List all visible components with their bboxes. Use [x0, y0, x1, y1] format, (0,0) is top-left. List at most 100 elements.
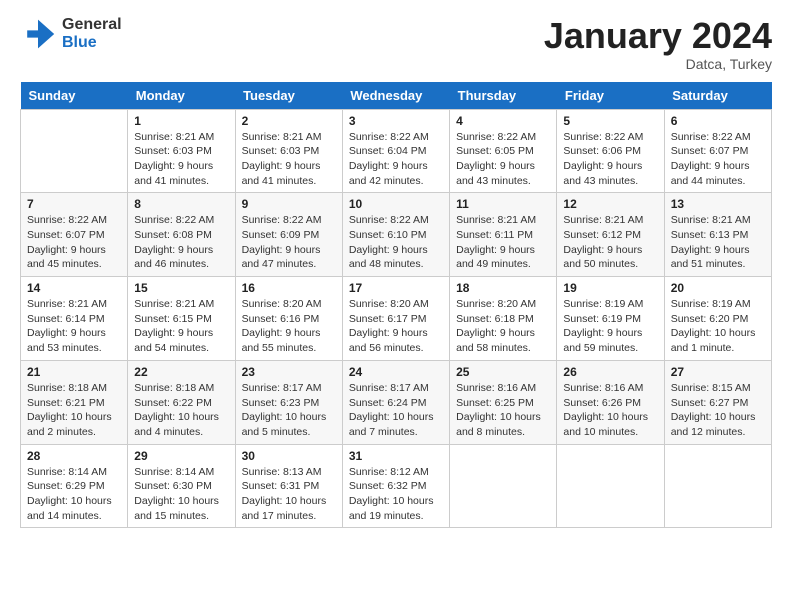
cell-info: Sunrise: 8:14 AMSunset: 6:29 PMDaylight:… [27, 465, 121, 524]
cell-day-number: 14 [27, 281, 121, 295]
week-row-3: 21 Sunrise: 8:18 AMSunset: 6:21 PMDayligh… [21, 360, 772, 444]
logo: General Blue [20, 16, 122, 52]
calendar-cell: 18 Sunrise: 8:20 AMSunset: 6:18 PMDayligh… [450, 277, 557, 361]
cell-day-number: 4 [456, 114, 550, 128]
week-row-2: 14 Sunrise: 8:21 AMSunset: 6:14 PMDayligh… [21, 277, 772, 361]
cell-info: Sunrise: 8:21 AMSunset: 6:12 PMDaylight:… [563, 213, 657, 272]
location: Datca, Turkey [544, 56, 772, 72]
header-day-monday: Monday [128, 82, 235, 110]
cell-day-number: 3 [349, 114, 443, 128]
cell-info: Sunrise: 8:17 AMSunset: 6:23 PMDaylight:… [242, 381, 336, 440]
calendar-cell: 26Sunrise: 8:16 AMSunset: 6:26 PMDayligh… [557, 360, 664, 444]
calendar-cell: 13 Sunrise: 8:21 AMSunset: 6:13 PMDayligh… [664, 193, 771, 277]
cell-day-number: 18 [456, 281, 550, 295]
cell-day-number: 2 [242, 114, 336, 128]
calendar-cell: 12 Sunrise: 8:21 AMSunset: 6:12 PMDayligh… [557, 193, 664, 277]
cell-day-number: 26 [563, 365, 657, 379]
cell-info: Sunrise: 8:20 AMSunset: 6:17 PMDaylight:… [349, 297, 443, 356]
cell-info: Sunrise: 8:14 AMSunset: 6:30 PMDaylight:… [134, 465, 228, 524]
cell-day-number: 11 [456, 197, 550, 211]
calendar-cell: 29 Sunrise: 8:14 AMSunset: 6:30 PMDayligh… [128, 444, 235, 528]
cell-info: Sunrise: 8:13 AMSunset: 6:31 PMDaylight:… [242, 465, 336, 524]
cell-info: Sunrise: 8:22 AMSunset: 6:07 PMDaylight:… [671, 130, 765, 189]
header-day-thursday: Thursday [450, 82, 557, 110]
cell-info: Sunrise: 8:22 AMSunset: 6:08 PMDaylight:… [134, 213, 228, 272]
calendar-cell: 16 Sunrise: 8:20 AMSunset: 6:16 PMDayligh… [235, 277, 342, 361]
calendar-cell: 10Sunrise: 8:22 AMSunset: 6:10 PMDayligh… [342, 193, 449, 277]
calendar-cell: 24 Sunrise: 8:17 AMSunset: 6:24 PMDayligh… [342, 360, 449, 444]
cell-info: Sunrise: 8:20 AMSunset: 6:16 PMDaylight:… [242, 297, 336, 356]
cell-day-number: 25 [456, 365, 550, 379]
header-day-friday: Friday [557, 82, 664, 110]
cell-info: Sunrise: 8:21 AMSunset: 6:14 PMDaylight:… [27, 297, 121, 356]
cell-day-number: 29 [134, 449, 228, 463]
calendar-cell: 5 Sunrise: 8:22 AMSunset: 6:06 PMDaylight… [557, 109, 664, 193]
cell-info: Sunrise: 8:15 AMSunset: 6:27 PMDaylight:… [671, 381, 765, 440]
cell-info: Sunrise: 8:21 AMSunset: 6:11 PMDaylight:… [456, 213, 550, 272]
cell-day-number: 12 [563, 197, 657, 211]
cell-info: Sunrise: 8:18 AMSunset: 6:22 PMDaylight:… [134, 381, 228, 440]
cell-info: Sunrise: 8:17 AMSunset: 6:24 PMDaylight:… [349, 381, 443, 440]
calendar-cell [21, 109, 128, 193]
calendar-cell: 20 Sunrise: 8:19 AMSunset: 6:20 PMDayligh… [664, 277, 771, 361]
cell-day-number: 8 [134, 197, 228, 211]
calendar-cell: 22Sunrise: 8:18 AMSunset: 6:22 PMDayligh… [128, 360, 235, 444]
cell-info: Sunrise: 8:22 AMSunset: 6:06 PMDaylight:… [563, 130, 657, 189]
calendar-cell [664, 444, 771, 528]
cell-info: Sunrise: 8:16 AMSunset: 6:25 PMDaylight:… [456, 381, 550, 440]
week-row-4: 28Sunrise: 8:14 AMSunset: 6:29 PMDayligh… [21, 444, 772, 528]
cell-day-number: 27 [671, 365, 765, 379]
cell-day-number: 17 [349, 281, 443, 295]
week-row-0: 1 Sunrise: 8:21 AMSunset: 6:03 PMDaylight… [21, 109, 772, 193]
cell-day-number: 9 [242, 197, 336, 211]
header-day-sunday: Sunday [21, 82, 128, 110]
cell-info: Sunrise: 8:19 AMSunset: 6:20 PMDaylight:… [671, 297, 765, 356]
cell-info: Sunrise: 8:20 AMSunset: 6:18 PMDaylight:… [456, 297, 550, 356]
calendar-cell: 28Sunrise: 8:14 AMSunset: 6:29 PMDayligh… [21, 444, 128, 528]
calendar-cell: 4 Sunrise: 8:22 AMSunset: 6:05 PMDaylight… [450, 109, 557, 193]
calendar-cell: 31Sunrise: 8:12 AMSunset: 6:32 PMDayligh… [342, 444, 449, 528]
calendar-cell: 19 Sunrise: 8:19 AMSunset: 6:19 PMDayligh… [557, 277, 664, 361]
calendar-cell: 21 Sunrise: 8:18 AMSunset: 6:21 PMDayligh… [21, 360, 128, 444]
cell-info: Sunrise: 8:22 AMSunset: 6:09 PMDaylight:… [242, 213, 336, 272]
calendar-cell: 25 Sunrise: 8:16 AMSunset: 6:25 PMDayligh… [450, 360, 557, 444]
calendar-cell: 8 Sunrise: 8:22 AMSunset: 6:08 PMDaylight… [128, 193, 235, 277]
cell-day-number: 15 [134, 281, 228, 295]
calendar-cell: 23Sunrise: 8:17 AMSunset: 6:23 PMDayligh… [235, 360, 342, 444]
calendar-cell: 27 Sunrise: 8:15 AMSunset: 6:27 PMDayligh… [664, 360, 771, 444]
cell-info: Sunrise: 8:12 AMSunset: 6:32 PMDaylight:… [349, 465, 443, 524]
calendar-cell: 15 Sunrise: 8:21 AMSunset: 6:15 PMDayligh… [128, 277, 235, 361]
logo-icon [20, 16, 56, 52]
cell-info: Sunrise: 8:18 AMSunset: 6:21 PMDaylight:… [27, 381, 121, 440]
calendar-cell: 30Sunrise: 8:13 AMSunset: 6:31 PMDayligh… [235, 444, 342, 528]
calendar-cell [450, 444, 557, 528]
cell-day-number: 7 [27, 197, 121, 211]
header-day-tuesday: Tuesday [235, 82, 342, 110]
cell-info: Sunrise: 8:19 AMSunset: 6:19 PMDaylight:… [563, 297, 657, 356]
calendar-cell: 9 Sunrise: 8:22 AMSunset: 6:09 PMDaylight… [235, 193, 342, 277]
cell-info: Sunrise: 8:21 AMSunset: 6:13 PMDaylight:… [671, 213, 765, 272]
cell-day-number: 1 [134, 114, 228, 128]
title-block: January 2024 Datca, Turkey [544, 16, 772, 72]
cell-day-number: 6 [671, 114, 765, 128]
cell-day-number: 21 [27, 365, 121, 379]
cell-day-number: 10 [349, 197, 443, 211]
cell-info: Sunrise: 8:21 AMSunset: 6:15 PMDaylight:… [134, 297, 228, 356]
cell-info: Sunrise: 8:21 AMSunset: 6:03 PMDaylight:… [242, 130, 336, 189]
cell-day-number: 24 [349, 365, 443, 379]
cell-info: Sunrise: 8:21 AMSunset: 6:03 PMDaylight:… [134, 130, 228, 189]
cell-day-number: 13 [671, 197, 765, 211]
calendar-cell: 11 Sunrise: 8:21 AMSunset: 6:11 PMDayligh… [450, 193, 557, 277]
logo-text-general: General [62, 16, 122, 34]
calendar-cell [557, 444, 664, 528]
cell-info: Sunrise: 8:22 AMSunset: 6:05 PMDaylight:… [456, 130, 550, 189]
cell-info: Sunrise: 8:22 AMSunset: 6:04 PMDaylight:… [349, 130, 443, 189]
cell-day-number: 5 [563, 114, 657, 128]
header-row: SundayMondayTuesdayWednesdayThursdayFrid… [21, 82, 772, 110]
calendar-cell: 17 Sunrise: 8:20 AMSunset: 6:17 PMDayligh… [342, 277, 449, 361]
calendar-cell: 7Sunrise: 8:22 AMSunset: 6:07 PMDaylight… [21, 193, 128, 277]
header-day-wednesday: Wednesday [342, 82, 449, 110]
cell-day-number: 19 [563, 281, 657, 295]
cell-day-number: 16 [242, 281, 336, 295]
cell-day-number: 20 [671, 281, 765, 295]
